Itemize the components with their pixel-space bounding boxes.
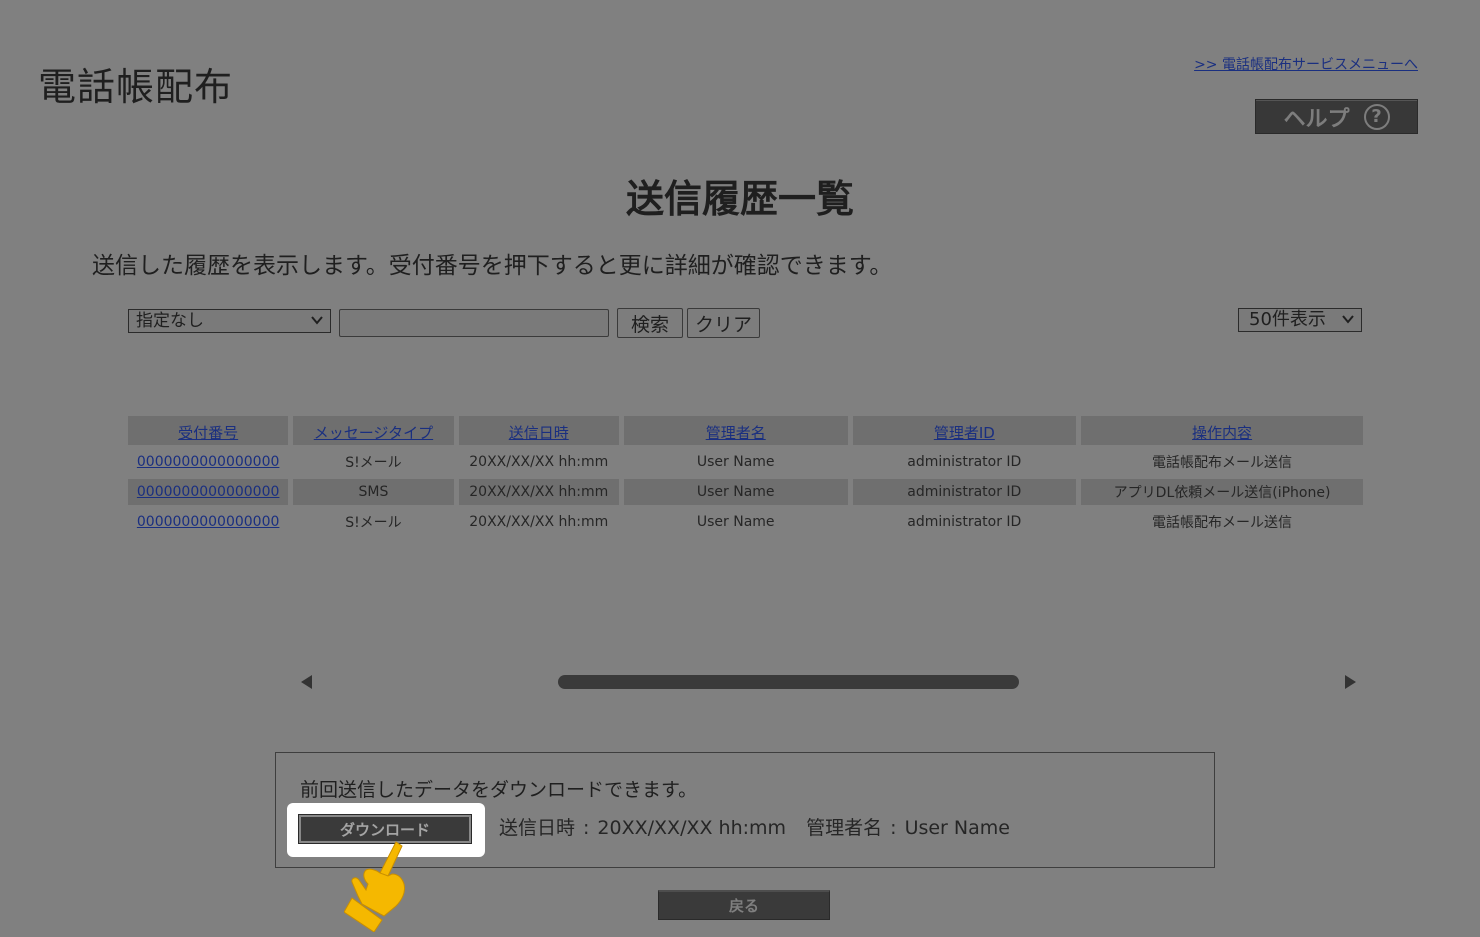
history-table: 受付番号 メッセージタイプ 送信日時 管理者名 管理者ID 操作内容 00000…	[123, 412, 1368, 539]
per-page-value: 50件表示	[1249, 309, 1326, 330]
service-menu-link[interactable]: >> 電話帳配布サービスメニューへ	[1194, 54, 1418, 74]
table-header-row: 受付番号 メッセージタイプ 送信日時 管理者名 管理者ID 操作内容	[128, 416, 1363, 445]
per-page-select[interactable]: 50件表示	[1238, 308, 1362, 332]
chevron-down-icon	[1341, 310, 1355, 334]
separator: :	[583, 817, 590, 839]
table-cell: administrator ID	[907, 514, 1022, 530]
download-button[interactable]: ダウンロード	[299, 815, 471, 843]
column-header-message-type[interactable]: メッセージタイプ	[293, 416, 454, 445]
column-header-admin-name[interactable]: 管理者名	[623, 416, 848, 445]
search-input[interactable]	[339, 309, 609, 337]
receipt-number-link[interactable]: 0000000000000000	[128, 509, 288, 535]
table-cell: User Name	[696, 454, 775, 470]
scroll-right-arrow-icon[interactable]	[1345, 675, 1356, 689]
sent-datetime-label: 送信日時	[499, 817, 576, 839]
download-info: 送信日時:20XX/XX/XX hh:mm 管理者名: User Name	[499, 813, 1010, 840]
table-cell: S!メール	[345, 515, 402, 531]
separator: :	[890, 817, 897, 839]
page-description: 送信した履歴を表示します。受付番号を押下すると更に詳細が確認できます。	[92, 253, 893, 279]
clear-button[interactable]: クリア	[687, 308, 760, 338]
table-row: 0000000000000000 S!メール 20XX/XX/XX hh:mm …	[128, 449, 1363, 475]
back-button[interactable]: 戻る	[658, 890, 830, 920]
horizontal-scrollbar-thumb[interactable]	[558, 675, 1019, 689]
table-cell: 20XX/XX/XX hh:mm	[458, 479, 619, 505]
table-cell: 電話帳配布メール送信	[1152, 515, 1293, 531]
download-message: 前回送信したデータをダウンロードできます。	[300, 779, 698, 801]
table-cell: administrator ID	[907, 454, 1022, 470]
chevron-down-icon	[310, 311, 324, 335]
table-cell: User Name	[696, 514, 775, 530]
filter-select-value: 指定なし	[136, 311, 204, 331]
admin-name-label: 管理者名	[806, 817, 883, 839]
admin-name-value: User Name	[904, 817, 1010, 839]
table-cell: 20XX/XX/XX hh:mm	[469, 514, 609, 530]
table-cell: S!メール	[345, 455, 402, 471]
filter-select[interactable]: 指定なし	[128, 309, 331, 333]
column-header-admin-id[interactable]: 管理者ID	[852, 416, 1077, 445]
question-circle-icon: ?	[1363, 103, 1390, 130]
table-cell: 電話帳配布メール送信	[1152, 455, 1293, 471]
table-row: 0000000000000000 S!メール 20XX/XX/XX hh:mm …	[128, 509, 1363, 535]
sent-datetime-value: 20XX/XX/XX hh:mm	[597, 817, 787, 839]
table-cell: 20XX/XX/XX hh:mm	[469, 454, 609, 470]
column-header-receipt-number[interactable]: 受付番号	[128, 416, 289, 445]
table-cell: administrator ID	[852, 479, 1077, 505]
receipt-number-link[interactable]: 0000000000000000	[128, 479, 289, 505]
scroll-left-arrow-icon[interactable]	[301, 675, 312, 689]
help-button-label: ヘルプ	[1283, 106, 1350, 132]
table-cell: SMS	[293, 479, 454, 505]
table-cell: アプリDL依頼メール送信(iPhone)	[1081, 479, 1363, 505]
page-title: 電話帳配布	[38, 65, 234, 109]
section-title: 送信履歴一覧	[625, 177, 854, 221]
column-header-operation[interactable]: 操作内容	[1081, 416, 1363, 445]
table-cell: User Name	[623, 479, 848, 505]
receipt-number-link[interactable]: 0000000000000000	[128, 449, 288, 475]
download-panel: 前回送信したデータをダウンロードできます。 ダウンロード 送信日時:20XX/X…	[275, 752, 1215, 868]
column-header-sent-datetime[interactable]: 送信日時	[458, 416, 619, 445]
help-button[interactable]: ヘルプ ?	[1255, 99, 1418, 134]
pointing-hand-icon	[344, 841, 405, 932]
table-row: 0000000000000000 SMS 20XX/XX/XX hh:mm Us…	[128, 479, 1363, 505]
search-button[interactable]: 検索	[617, 308, 683, 338]
